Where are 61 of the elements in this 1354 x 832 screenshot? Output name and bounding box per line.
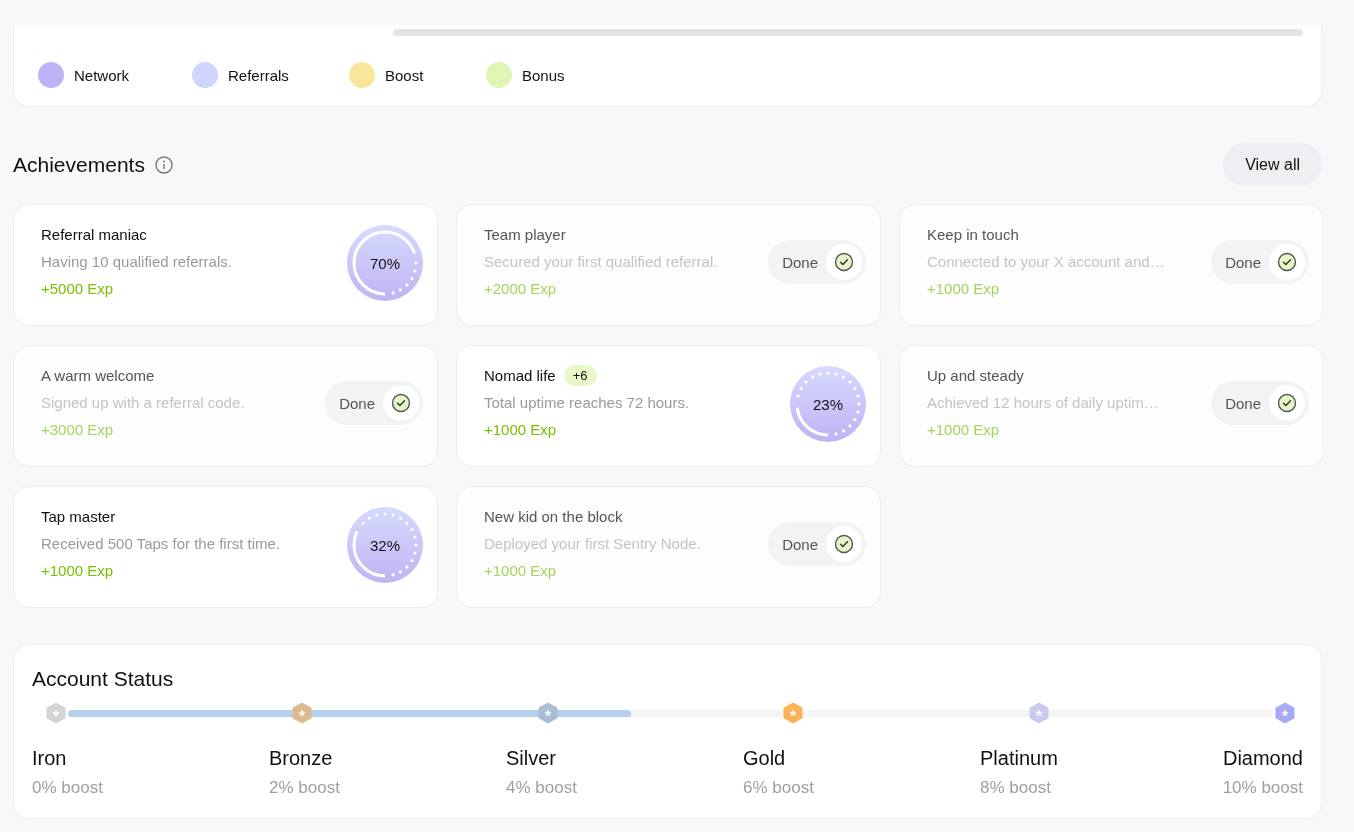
exp-reward: +5000 Exp [41,280,115,297]
view-all-button[interactable]: View all [1223,143,1322,186]
progress-percent: 23% [812,394,844,415]
tier-boost: 6% boost [743,778,815,798]
done-button[interactable]: Done [768,240,866,284]
exp-reward: +3000 Exp [41,421,115,438]
achievement-title: Team player [484,225,566,243]
achievement-title: New kid on the block [484,507,623,525]
tier-badge-icon [1273,701,1297,725]
section-title: Account Status [32,667,175,691]
done-button[interactable]: Done [1211,240,1309,284]
done-button[interactable]: Done [1211,381,1309,425]
exp-reward: +1000 Exp [927,421,1001,438]
done-button[interactable]: Done [325,381,423,425]
tier-badge-icon [44,701,68,725]
check-icon [834,252,854,272]
exp-reward: +1000 Exp [41,562,115,579]
tier-name: Platinum [980,747,1059,770]
info-icon[interactable] [154,155,173,174]
tier-name: Iron [32,747,68,770]
legend-label: Boost [385,66,424,84]
achievement-title: Up and steady [927,366,1024,384]
achievement-description: Connected to your X account and… [927,253,1165,270]
achievement-description: Achieved 12 hours of daily uptim… [927,394,1159,411]
achievement-title: Keep in touch [927,225,1019,243]
tier-name: Silver [506,747,557,770]
section-title: Achievements [13,152,145,177]
exp-reward: +1000 Exp [927,280,1001,297]
exp-reward: +1000 Exp [484,562,558,579]
done-button[interactable]: Done [768,522,866,566]
progress-percent: 32% [369,535,401,556]
exp-reward: +1000 Exp [484,421,558,438]
tier-boost: 2% boost [269,778,341,798]
tier-boost: 8% boost [980,778,1052,798]
achievement-title: A warm welcome [41,366,155,384]
check-icon [1277,252,1297,272]
progress-percent: 70% [369,253,401,274]
achievement-description: Total uptime reaches 72 hours. [484,394,690,411]
check-icon [391,393,411,413]
achievement-description: Deployed your first Sentry Node. [484,535,701,552]
check-icon [834,534,854,554]
check-icon [1277,393,1297,413]
legend-label: Bonus [522,66,565,84]
achievement-description: Signed up with a referral code. [41,394,245,411]
exp-reward: +2000 Exp [484,280,558,297]
tier-name: Bronze [269,747,334,770]
achievement-title: Nomad life [484,366,556,384]
achievement-description: Received 500 Taps for the first time. [41,535,280,552]
achievement-title: Referral maniac [41,225,147,243]
tier-name: Gold [743,747,787,770]
achievement-title: Tap master [41,507,116,525]
count-badge: +6 [563,364,597,386]
legend-label: Referrals [228,66,289,84]
scrollbar[interactable] [393,29,1303,36]
achievement-description: Secured your first qualified referral. [484,253,718,270]
achievement-description: Having 10 qualified referrals. [41,253,232,270]
tier-boost: 0% boost [32,778,104,798]
legend-label: Network [74,66,129,84]
tier-boost: 10% boost [1222,778,1303,798]
tier-boost: 4% boost [506,778,578,798]
tier-name: Diamond [1222,747,1303,770]
